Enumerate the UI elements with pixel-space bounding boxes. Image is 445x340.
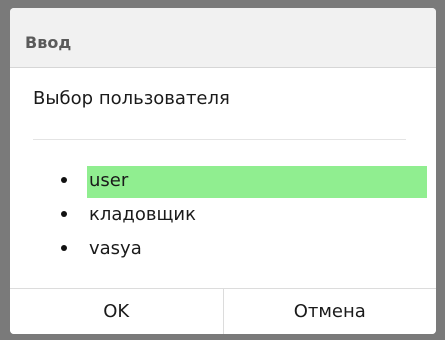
input-dialog: Ввод Выбор пользователя user кладовщик v…: [10, 8, 436, 334]
dialog-header: Ввод: [10, 8, 436, 68]
bullet-icon: [61, 177, 67, 183]
bullet-icon: [61, 211, 67, 217]
ok-button[interactable]: OK: [10, 289, 224, 334]
dialog-footer: OK Отмена: [10, 288, 436, 334]
bullet-icon: [61, 245, 67, 251]
user-list: user кладовщик vasya: [10, 163, 436, 265]
list-item-label: user: [87, 166, 427, 198]
list-item-vasya[interactable]: vasya: [10, 231, 436, 265]
dialog-message: Выбор пользователя: [33, 88, 230, 109]
list-item-label: кладовщик: [89, 204, 196, 225]
dialog-title: Ввод: [25, 33, 72, 52]
list-item-user[interactable]: user: [10, 163, 436, 198]
cancel-button[interactable]: Отмена: [223, 289, 436, 334]
divider: [33, 139, 406, 140]
list-item-storekeeper[interactable]: кладовщик: [10, 197, 436, 231]
list-item-label: vasya: [89, 238, 142, 259]
